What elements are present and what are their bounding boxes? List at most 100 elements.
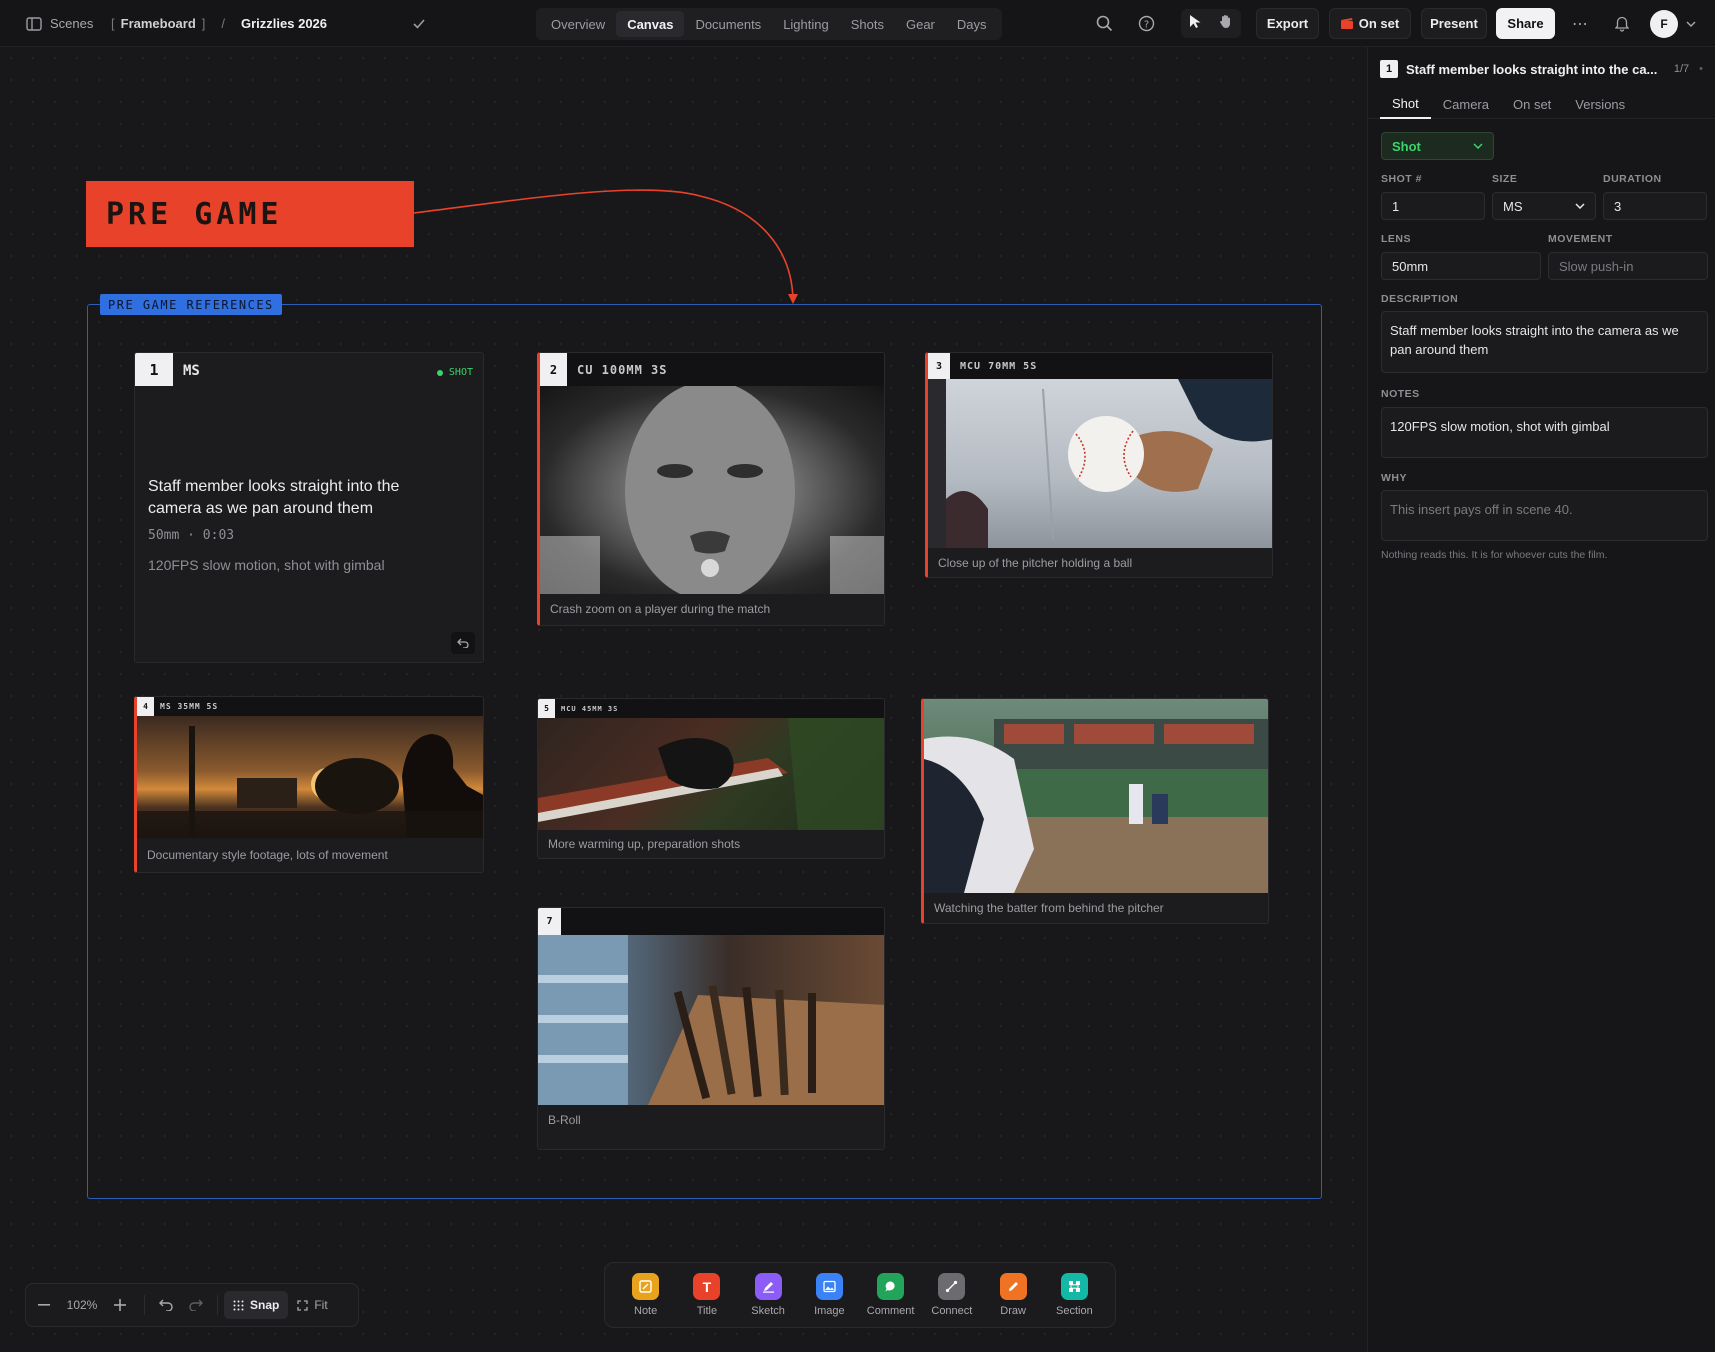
label-description: DESCRIPTION bbox=[1381, 293, 1459, 305]
movement-field[interactable]: Slow push-in bbox=[1548, 252, 1708, 280]
shot-counter: 1/7 bbox=[1673, 63, 1690, 75]
shot-number: 5 bbox=[538, 699, 555, 718]
shot-card-6[interactable]: 6 Watching the batter from behind the pi… bbox=[921, 698, 1269, 924]
reference-image bbox=[924, 699, 1268, 893]
shot-spec-label: MCU 70MM 5S bbox=[960, 360, 1038, 372]
shot-number: 1 bbox=[135, 353, 173, 386]
more-icon[interactable]: ⋯ bbox=[1572, 0, 1588, 47]
shot-caption: Documentary style footage, lots of movem… bbox=[147, 848, 388, 862]
panel-dot-icon[interactable]: • bbox=[1699, 63, 1703, 75]
shot-spec-label: MS 35MM 5S bbox=[160, 702, 219, 711]
lens-field[interactable]: 50mm bbox=[1381, 252, 1541, 280]
divider bbox=[144, 1295, 145, 1315]
tool-note[interactable]: Note bbox=[618, 1273, 674, 1317]
shot-card-2[interactable]: 2 CU 100MM 3S Crash zoom on a player dur… bbox=[537, 352, 885, 626]
shot-card-7[interactable]: 7 B-Roll bbox=[537, 907, 885, 1150]
chevron-down-icon bbox=[1575, 203, 1585, 209]
label-why: WHY bbox=[1381, 472, 1407, 484]
title-icon: T bbox=[693, 1273, 721, 1300]
tool-sketch[interactable]: Sketch bbox=[740, 1273, 796, 1317]
fit-icon bbox=[297, 1299, 308, 1311]
notes-field[interactable]: 120FPS slow motion, shot with gimbal bbox=[1381, 407, 1708, 458]
shot-number: 2 bbox=[540, 353, 567, 386]
shot-number: 7 bbox=[538, 908, 561, 935]
tool-connect[interactable]: Connect bbox=[924, 1273, 980, 1317]
shot-size-label: MS bbox=[183, 363, 200, 379]
panel-tabs: Shot Camera On set Versions bbox=[1368, 89, 1715, 119]
shot-card-4[interactable]: 4 MS 35MM 5S Documentary style footage, … bbox=[134, 696, 484, 873]
tool-image[interactable]: Image bbox=[801, 1273, 857, 1317]
shot-caption: Crash zoom on a player during the match bbox=[550, 602, 771, 616]
section-tag[interactable]: PRE GAME REFERENCES bbox=[100, 294, 282, 315]
card-header: 5 MCU 45MM 3S bbox=[538, 699, 884, 718]
reference-image bbox=[137, 716, 483, 838]
reference-image bbox=[538, 718, 884, 830]
section-icon bbox=[1060, 1273, 1088, 1300]
sketch-icon bbox=[754, 1273, 782, 1300]
note-icon bbox=[632, 1273, 660, 1300]
title-block-text: PRE GAME bbox=[106, 196, 283, 232]
label-movement: MOVEMENT bbox=[1548, 233, 1613, 245]
tool-comment[interactable]: Comment bbox=[863, 1273, 919, 1317]
flip-icon[interactable] bbox=[451, 632, 475, 654]
label-size: SIZE bbox=[1492, 173, 1518, 185]
shot-number-badge: 1 bbox=[1380, 60, 1398, 78]
grid-icon bbox=[233, 1300, 244, 1310]
undo-icon[interactable] bbox=[151, 1299, 181, 1311]
shot-card-5[interactable]: 5 MCU 45MM 3S More warming up, preparati… bbox=[537, 698, 885, 859]
duration-field[interactable]: 3 bbox=[1603, 192, 1707, 220]
tab-versions[interactable]: Versions bbox=[1563, 89, 1637, 119]
status-badge: SHOT bbox=[436, 367, 473, 378]
reference-image bbox=[538, 935, 884, 1105]
shot-caption: B-Roll bbox=[548, 1113, 581, 1127]
shot-number-field[interactable]: 1 bbox=[1381, 192, 1485, 220]
card-header: 3 MCU 70MM 5S bbox=[928, 353, 1272, 379]
snap-toggle[interactable]: Snap bbox=[224, 1291, 289, 1319]
comment-icon bbox=[877, 1273, 905, 1300]
label-duration: DURATION bbox=[1603, 173, 1662, 185]
inspector-panel: 1 Staff member looks straight into the c… bbox=[1367, 47, 1715, 1352]
shot-caption: Close up of the pitcher holding a ball bbox=[938, 556, 1133, 570]
tab-camera[interactable]: Camera bbox=[1431, 89, 1501, 119]
fit-button[interactable]: Fit bbox=[288, 1291, 336, 1319]
chevron-down-icon[interactable] bbox=[1686, 0, 1696, 47]
zoom-bar: 102% Snap Fit bbox=[25, 1283, 359, 1327]
shot-caption: Watching the batter from behind the pitc… bbox=[934, 901, 1164, 915]
panel-header: 1 Staff member looks straight into the c… bbox=[1380, 56, 1703, 82]
connect-icon bbox=[938, 1273, 966, 1300]
avatar[interactable]: F bbox=[1650, 10, 1678, 38]
shot-type-select[interactable]: Shot bbox=[1381, 132, 1494, 160]
shot-meta: 50mm · 0:03 bbox=[148, 528, 235, 543]
shot-number: 4 bbox=[137, 697, 154, 716]
description-field[interactable]: Staff member looks straight into the cam… bbox=[1381, 311, 1708, 373]
tool-section[interactable]: Section bbox=[1046, 1273, 1102, 1317]
shot-card-3[interactable]: 3 MCU 70MM 5S Close up of the pitcher ho… bbox=[925, 352, 1273, 578]
title-block[interactable]: PRE GAME bbox=[86, 181, 414, 247]
bell-icon[interactable] bbox=[1615, 0, 1629, 47]
shot-spec-label: MCU 45MM 3S bbox=[561, 704, 619, 713]
shot-spec-label: CU 100MM 3S bbox=[577, 362, 668, 377]
shot-caption: More warming up, preparation shots bbox=[548, 837, 741, 851]
why-hint: Nothing reads this. It is for whoever cu… bbox=[1381, 549, 1608, 561]
shot-card-1[interactable]: 1 MS SHOT Staff member looks straight in… bbox=[134, 352, 484, 663]
zoom-in-icon[interactable] bbox=[102, 1299, 138, 1311]
tab-onset[interactable]: On set bbox=[1501, 89, 1563, 119]
chevron-down-icon bbox=[1473, 143, 1483, 149]
why-field[interactable]: This insert pays off in scene 40. bbox=[1381, 490, 1708, 541]
redo-icon[interactable] bbox=[181, 1299, 211, 1311]
pencil-icon bbox=[999, 1273, 1027, 1300]
card-header: 7 bbox=[538, 908, 884, 935]
card-header: 4 MS 35MM 5S bbox=[137, 697, 483, 716]
size-select[interactable]: MS bbox=[1492, 192, 1596, 220]
zoom-out-icon[interactable] bbox=[26, 1304, 62, 1306]
panel-title: Staff member looks straight into the ca.… bbox=[1406, 61, 1658, 77]
tab-shot[interactable]: Shot bbox=[1380, 89, 1431, 119]
shot-number: 3 bbox=[928, 353, 950, 379]
share-button[interactable]: Share bbox=[1496, 8, 1555, 39]
tool-draw[interactable]: Draw bbox=[985, 1273, 1041, 1317]
tool-title[interactable]: T Title bbox=[679, 1273, 735, 1317]
card-header: 2 CU 100MM 3S bbox=[540, 353, 884, 386]
present-button[interactable]: Present bbox=[1421, 8, 1487, 39]
insert-toolbar: Note T Title Sketch Image Comment Connec… bbox=[604, 1262, 1116, 1328]
label-lens: LENS bbox=[1381, 233, 1412, 245]
